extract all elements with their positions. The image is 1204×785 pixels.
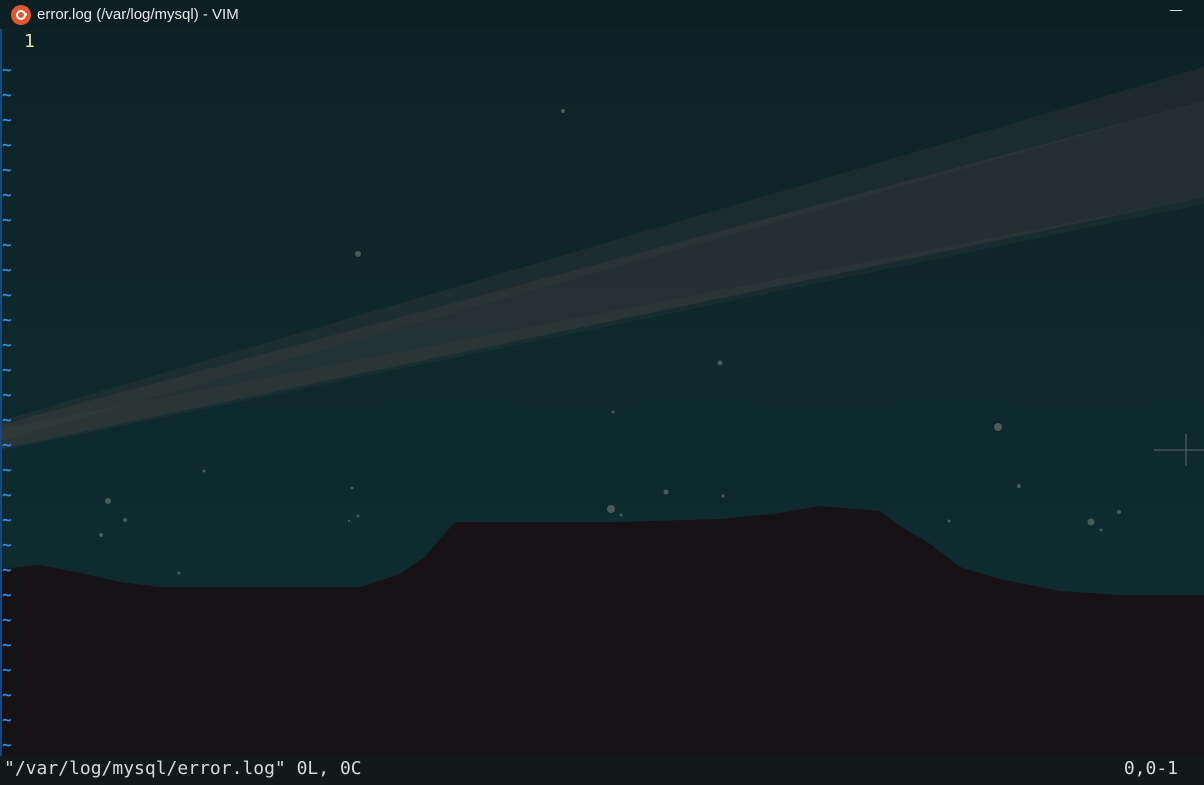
empty-line-tilde: ~ xyxy=(2,535,12,554)
empty-line-tilde: ~ xyxy=(2,110,12,129)
empty-line-tilde: ~ xyxy=(2,460,12,479)
empty-line-tilde: ~ xyxy=(2,135,12,154)
status-line: "/var/log/mysql/error.log" 0L, 0C 0,0-1 xyxy=(0,756,1204,785)
empty-line-tilde: ~ xyxy=(2,185,12,204)
cursor-position: 0,0-1 xyxy=(1123,758,1178,779)
empty-line-tilde: ~ xyxy=(2,560,12,579)
empty-line-tilde: ~ xyxy=(2,385,12,404)
empty-line-tilde: ~ xyxy=(2,510,12,529)
empty-line-tilde: ~ xyxy=(2,260,12,279)
empty-line-tilde: ~ xyxy=(2,585,12,604)
empty-line-tilde: ~ xyxy=(2,660,12,679)
empty-line-tilde: ~ xyxy=(2,285,12,304)
empty-line-tilde: ~ xyxy=(2,60,12,79)
empty-line-tilde: ~ xyxy=(2,360,12,379)
minimize-icon xyxy=(1170,10,1182,11)
empty-line-tilde: ~ xyxy=(2,635,12,654)
editor-area[interactable]: 1 ~ ~ ~ ~ ~ ~ ~ ~ ~ ~ ~ ~ ~ ~ ~ ~ ~ ~ ~ ~ ~ ~ ~ ~ ~ ~ ~ ~ xyxy=(0,29,1204,756)
status-message: "/var/log/mysql/error.log" 0L, 0C xyxy=(4,758,362,779)
empty-line-tilde: ~ xyxy=(2,485,12,504)
empty-line-tilde: ~ xyxy=(2,735,12,754)
empty-line-tilde: ~ xyxy=(2,435,12,454)
empty-line-tilde: ~ xyxy=(2,710,12,729)
title-bar: error.log (/var/log/mysql) - VIM xyxy=(0,0,1204,29)
ubuntu-icon[interactable] xyxy=(11,4,31,25)
line-number: 1 xyxy=(24,31,35,52)
minimize-button[interactable] xyxy=(1170,4,1184,18)
empty-line-tilde: ~ xyxy=(2,235,12,254)
empty-line-tilde: ~ xyxy=(2,310,12,329)
empty-line-tilde: ~ xyxy=(2,410,12,429)
empty-line-tilde: ~ xyxy=(2,685,12,704)
empty-line-tilde: ~ xyxy=(2,210,12,229)
empty-line-tilde: ~ xyxy=(2,85,12,104)
empty-line-tilde: ~ xyxy=(2,610,12,629)
empty-line-tilde: ~ xyxy=(2,335,12,354)
window-title: error.log (/var/log/mysql) - VIM xyxy=(37,6,239,23)
wallpaper-background xyxy=(0,29,1204,756)
empty-line-markers: ~ ~ ~ ~ ~ ~ ~ ~ ~ ~ ~ ~ ~ ~ ~ ~ ~ ~ ~ ~ ~ ~ ~ ~ ~ ~ ~ ~ xyxy=(2,57,16,756)
empty-line-tilde: ~ xyxy=(2,160,12,179)
